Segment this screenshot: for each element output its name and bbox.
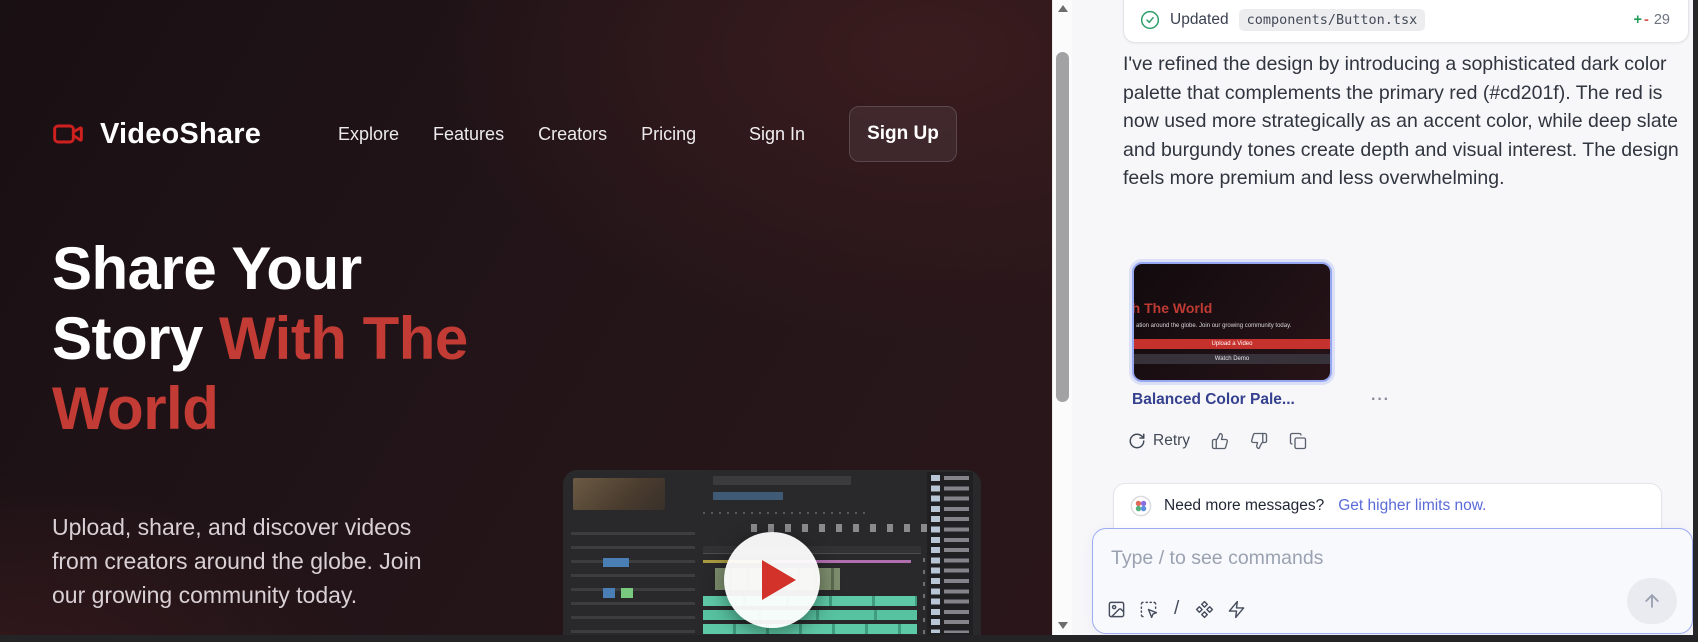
nav-link-features[interactable]: Features: [433, 124, 504, 145]
thumbs-up-icon: [1211, 432, 1229, 450]
nav-link-pricing[interactable]: Pricing: [641, 124, 696, 145]
file-chip[interactable]: components/Button.tsx: [1239, 9, 1426, 31]
retry-label: Retry: [1153, 432, 1190, 450]
window-edge-right: [1693, 0, 1698, 642]
retry-button[interactable]: Retry: [1128, 432, 1190, 450]
sign-up-button[interactable]: Sign Up: [849, 106, 957, 162]
diff-counter: +-29: [1634, 12, 1670, 28]
artifact-title-link[interactable]: Balanced Color Pale...: [1132, 391, 1295, 409]
limits-question: Need more messages?: [1164, 497, 1324, 515]
nav-link-creators[interactable]: Creators: [538, 124, 607, 145]
scroll-down-arrow-icon[interactable]: [1058, 622, 1068, 629]
thumbs-up-button[interactable]: [1211, 432, 1229, 450]
copy-button[interactable]: [1289, 432, 1307, 450]
brand-name: VideoShare: [100, 118, 261, 151]
select-element-icon[interactable]: [1139, 600, 1158, 619]
thumbnail-heading: th The World: [1132, 300, 1212, 316]
composer-toolbar: /: [1107, 598, 1246, 620]
auth-area: Sign In Sign Up: [749, 106, 957, 162]
more-menu-icon[interactable]: ···: [1371, 391, 1390, 409]
composer[interactable]: /: [1092, 528, 1693, 634]
retry-icon: [1128, 432, 1146, 450]
window-edge-bottom: [0, 635, 1698, 642]
thumbnail-secondary-button: Watch Demo: [1134, 354, 1330, 364]
chat-input[interactable]: [1111, 541, 1631, 575]
thumbnail-primary-button: Upload a Video: [1134, 339, 1330, 349]
send-button[interactable]: [1627, 578, 1677, 624]
hero-subtitle: Upload, share, and discover videos from …: [52, 510, 452, 612]
diff-plus: +: [1634, 12, 1642, 28]
check-circle-icon: [1140, 10, 1160, 30]
scrollbar[interactable]: [1052, 0, 1072, 635]
site-navbar: VideoShare Explore Features Creators Pri…: [48, 104, 957, 164]
sign-in-link[interactable]: Sign In: [749, 124, 805, 145]
artifact-caption-row: Balanced Color Pale... ···: [1132, 391, 1390, 409]
attach-image-icon[interactable]: [1107, 600, 1126, 619]
assistant-message: I've refined the design by introducing a…: [1123, 50, 1695, 193]
thumbnail-body-text: ation around the globe. Join our growing…: [1136, 323, 1291, 329]
hero-video-preview[interactable]: [563, 470, 981, 635]
send-arrow-icon: [1642, 591, 1662, 611]
usage-pinwheel-icon: [1130, 495, 1152, 517]
site-nav-links: Explore Features Creators Pricing: [338, 124, 696, 145]
video-camera-icon: [48, 118, 88, 150]
thumbs-down-button[interactable]: [1250, 432, 1268, 450]
app-window: VideoShare Explore Features Creators Pri…: [0, 0, 1698, 642]
brand-logo[interactable]: VideoShare: [48, 118, 308, 151]
diff-count: 29: [1654, 12, 1670, 28]
components-icon[interactable]: [1195, 600, 1214, 619]
tool-status-label: Updated: [1170, 11, 1229, 29]
site-preview-panel: VideoShare Explore Features Creators Pri…: [0, 0, 1052, 642]
scrollbar-thumb[interactable]: [1056, 52, 1069, 402]
diff-minus: -: [1644, 12, 1649, 28]
message-actions: Retry: [1128, 432, 1307, 450]
chat-panel: Updated components/Button.tsx +-29 I've …: [1072, 0, 1693, 642]
copy-icon: [1289, 432, 1307, 450]
tool-update-card[interactable]: Updated components/Button.tsx +-29: [1123, 0, 1689, 43]
thumbs-down-icon: [1250, 432, 1268, 450]
scroll-up-arrow-icon[interactable]: [1058, 5, 1068, 12]
slash-command-icon[interactable]: /: [1171, 598, 1182, 620]
nav-link-explore[interactable]: Explore: [338, 124, 399, 145]
play-button-icon[interactable]: [724, 532, 820, 628]
quick-actions-bolt-icon[interactable]: [1227, 600, 1246, 619]
get-higher-limits-link[interactable]: Get higher limits now.: [1338, 497, 1486, 515]
artifact-thumbnail[interactable]: th The World ation around the globe. Joi…: [1132, 262, 1332, 382]
hero-heading: Share Your Story With The World: [52, 234, 482, 444]
